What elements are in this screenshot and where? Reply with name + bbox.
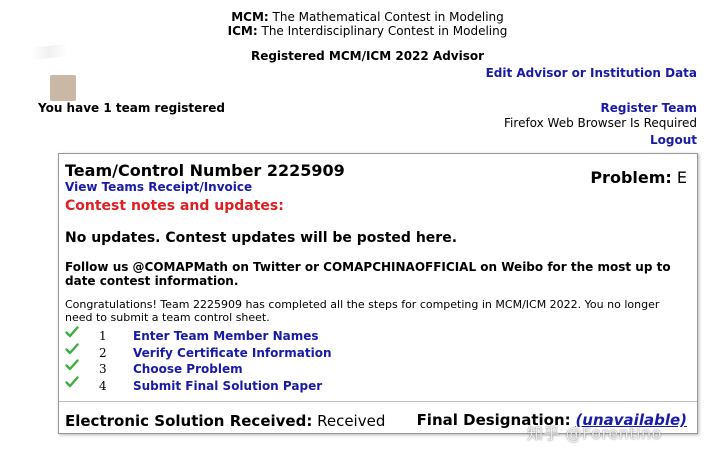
congratulations-text: Congratulations! Team 2225909 has comple… [65,298,660,324]
view-receipt-link[interactable]: View Teams Receipt/Invoice [65,180,252,194]
team-count-text: You have 1 team registered [38,101,225,115]
register-team-link[interactable]: Register Team [600,101,697,115]
page: MCM: The Mathematical Contest in Modelin… [0,0,720,458]
icm-header-line: ICM: The Interdisciplinary Contest in Mo… [0,24,720,38]
watermark: 知乎 @Forentino [527,424,662,443]
checkmark-icon [65,343,79,355]
checkmark-icon [65,359,79,371]
step-row: 1 Enter Team Member Names [65,326,465,345]
solution-label: Electronic Solution Received: [65,412,313,430]
step-number: 4 [99,379,107,393]
icm-full-name: The Interdisciplinary Contest in Modelin… [261,24,508,38]
icm-abbr: ICM: [227,24,258,38]
step-row: 4 Submit Final Solution Paper [65,376,465,395]
mcm-abbr: MCM: [231,10,269,24]
checkmark-icon [65,376,79,388]
divider [59,401,697,402]
follow-us-text: Follow us @COMAPMath on Twitter or COMAP… [65,260,671,288]
step-link-choose-problem[interactable]: Choose Problem [133,362,243,376]
mcm-header-line: MCM: The Mathematical Contest in Modelin… [0,10,720,24]
contest-notes-heading: Contest notes and updates: [65,198,284,214]
firefox-required-note: Firefox Web Browser Is Required [504,116,697,130]
avatar [50,75,76,101]
checkmark-icon [65,326,79,338]
step-row: 2 Verify Certificate Information [65,343,465,362]
step-link-verify-certificate[interactable]: Verify Certificate Information [133,346,332,360]
step-row: 3 Choose Problem [65,359,465,378]
step-link-enter-team-members[interactable]: Enter Team Member Names [133,329,319,343]
problem-indicator: Problem: E [590,168,687,187]
team-control-number: Team/Control Number 2225909 [65,161,345,180]
advisor-title: Registered MCM/ICM 2022 Advisor [250,49,485,63]
edit-advisor-link[interactable]: Edit Advisor or Institution Data [486,66,697,80]
problem-value: E [676,168,687,187]
logout-link[interactable]: Logout [650,133,697,147]
solution-status: Electronic Solution Received: Received [65,412,385,430]
step-number: 2 [99,346,107,360]
solution-value: Received [317,412,386,430]
step-number: 3 [99,362,107,376]
updates-text: No updates. Contest updates will be post… [65,230,458,246]
step-link-submit-paper[interactable]: Submit Final Solution Paper [133,379,322,393]
mcm-full-name: The Mathematical Contest in Modeling [272,10,504,24]
problem-label: Problem: [590,168,672,187]
team-panel: Team/Control Number 2225909 View Teams R… [58,153,698,434]
step-number: 1 [99,329,107,343]
